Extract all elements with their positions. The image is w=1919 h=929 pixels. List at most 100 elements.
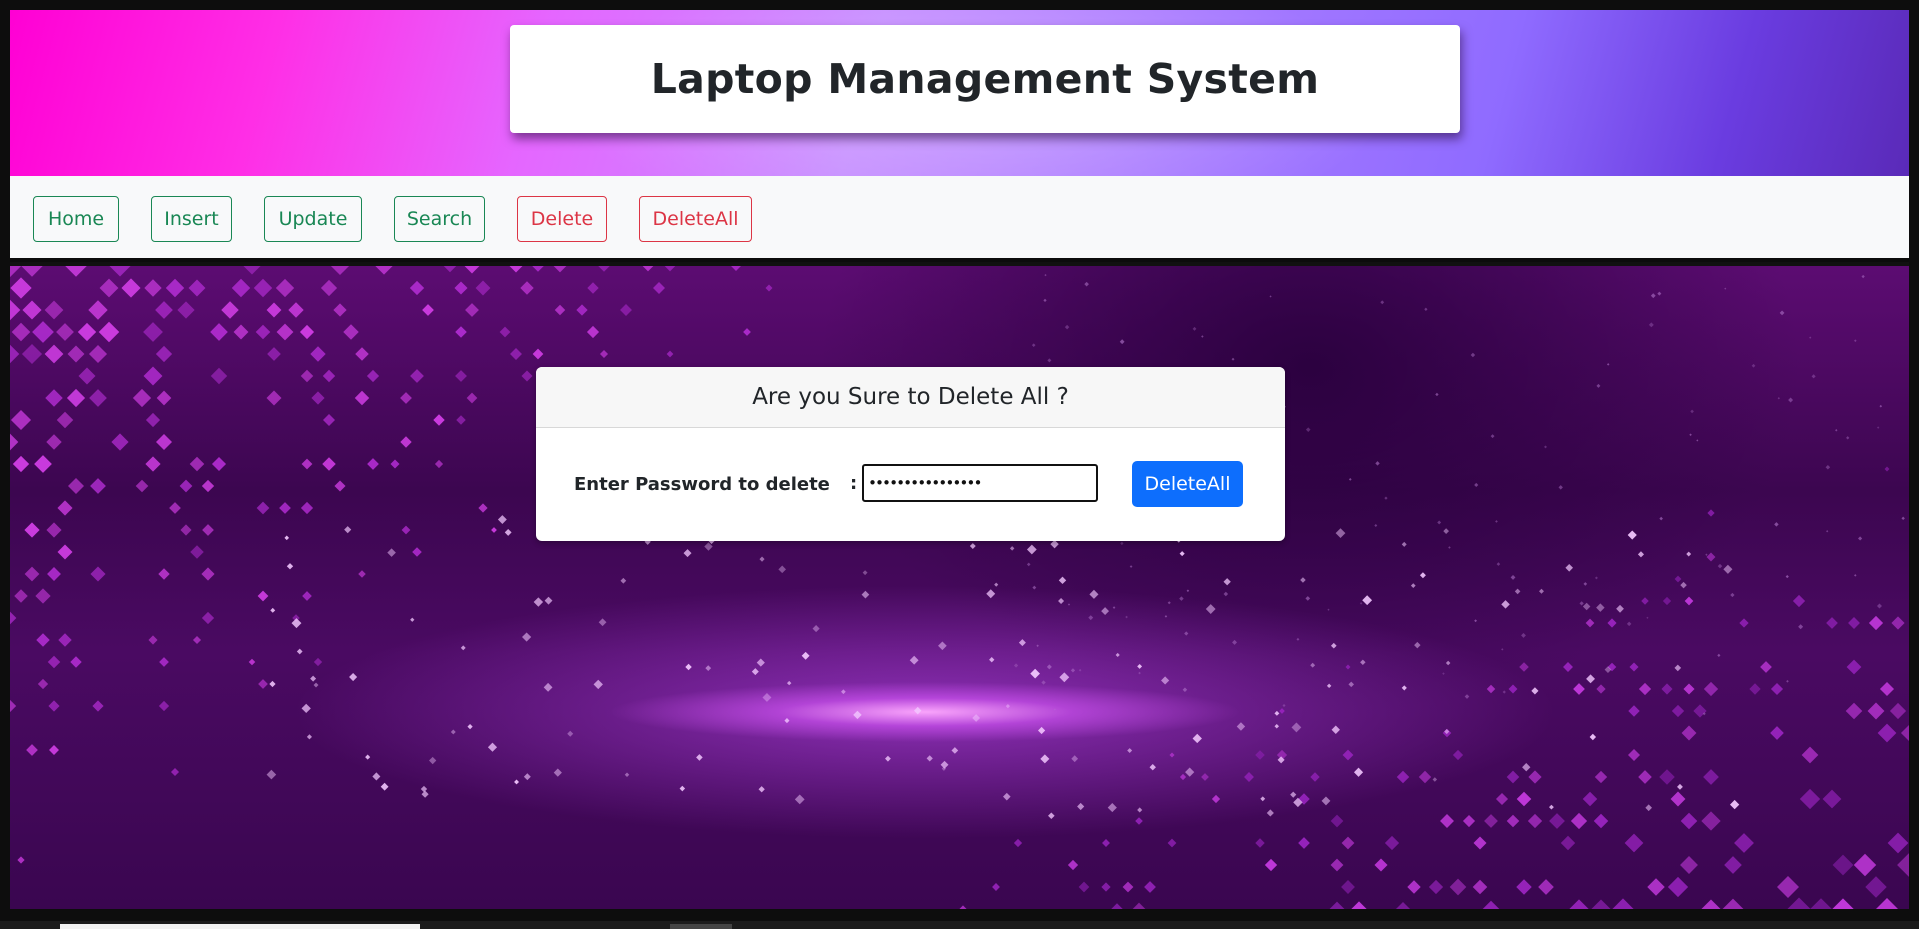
- bg-diamond: [959, 905, 967, 909]
- bg-diamond: [1472, 879, 1488, 895]
- bg-diamond: [1792, 594, 1806, 608]
- delete-all-confirm-card: Are you Sure to Delete All ? Enter Passw…: [536, 367, 1285, 541]
- bg-diamond: [1677, 783, 1683, 790]
- bg-diamond: [1628, 705, 1640, 717]
- bg-diamond: [156, 390, 172, 406]
- bg-diamond: [311, 391, 325, 405]
- bg-diamond: [1674, 575, 1682, 583]
- bg-diamond: [159, 657, 169, 667]
- bg-diamond: [1345, 664, 1351, 670]
- bg-diamond: [46, 522, 62, 538]
- bg-diamond: [179, 479, 193, 493]
- bg-diamond: [1201, 335, 1204, 338]
- bg-diamond: [1730, 592, 1735, 598]
- bg-diamond: [1071, 755, 1079, 763]
- bg-diamond: [1786, 679, 1789, 683]
- bg-diamond: [1527, 813, 1543, 829]
- nav-update-button[interactable]: Update: [264, 196, 362, 242]
- bg-diamond: [1701, 899, 1721, 909]
- bg-diamond: [1135, 817, 1143, 825]
- deleteall-submit-button[interactable]: DeleteAll: [1132, 461, 1243, 507]
- nav-home-button[interactable]: Home: [33, 196, 119, 242]
- bg-diamond: [1342, 749, 1354, 761]
- bg-diamond: [989, 657, 995, 663]
- bg-diamond: [1647, 878, 1665, 896]
- bg-diamond: [155, 301, 173, 319]
- bg-diamond: [1048, 812, 1055, 820]
- bg-diamond: [1149, 763, 1156, 771]
- bg-diamond: [487, 742, 498, 752]
- bg-diamond: [1211, 794, 1221, 804]
- taskbar-tab[interactable]: [670, 924, 732, 929]
- bg-diamond: [322, 457, 336, 471]
- bg-diamond: [1448, 546, 1451, 549]
- bg-diamond: [969, 543, 976, 549]
- bg-diamond: [354, 390, 370, 406]
- bg-diamond: [1374, 524, 1378, 527]
- bg-diamond: [1501, 648, 1504, 651]
- bg-diamond: [92, 700, 104, 712]
- bg-diamond: [99, 278, 119, 298]
- bg-diamond: [1192, 733, 1202, 744]
- bg-diamond: [455, 326, 467, 338]
- bg-diamond: [70, 656, 82, 668]
- bg-diamond: [443, 266, 457, 273]
- bg-diamond: [1549, 813, 1565, 829]
- bg-diamond: [1341, 836, 1355, 850]
- confirm-heading: Are you Sure to Delete All ?: [752, 384, 1069, 410]
- bg-diamond: [598, 618, 607, 627]
- bg-diamond: [1185, 767, 1195, 777]
- bg-diamond: [567, 730, 574, 737]
- bg-diamond: [32, 321, 54, 343]
- bg-diamond: [778, 565, 787, 574]
- nav-insert-button[interactable]: Insert: [151, 196, 232, 242]
- bg-diamond: [1192, 326, 1197, 331]
- bg-diamond: [1889, 702, 1907, 720]
- bg-diamond: [1296, 637, 1300, 641]
- bg-diamond: [10, 611, 17, 625]
- nav-search-button[interactable]: Search: [394, 196, 485, 242]
- bg-diamond: [1330, 642, 1337, 649]
- bg-diamond: [301, 458, 313, 470]
- bg-diamond: [1179, 596, 1184, 601]
- bg-diamond: [1667, 876, 1689, 898]
- bg-diamond: [1891, 616, 1905, 630]
- bg-diamond: [10, 344, 20, 364]
- bg-diamond: [598, 266, 610, 272]
- bg-diamond: [90, 566, 106, 582]
- bg-diamond: [243, 266, 261, 275]
- bg-diamond: [1330, 814, 1344, 828]
- bg-diamond: [135, 479, 149, 493]
- nav-delete-button[interactable]: Delete: [517, 196, 607, 242]
- nav-deleteall-button[interactable]: DeleteAll: [639, 196, 752, 242]
- bg-diamond: [1435, 392, 1439, 397]
- bg-diamond: [685, 663, 692, 671]
- bg-diamond: [1047, 358, 1052, 363]
- bg-diamond: [1231, 357, 1235, 361]
- bg-diamond: [421, 790, 429, 798]
- bg-diamond: [460, 645, 466, 651]
- taskbar-active-tab[interactable]: [60, 924, 420, 929]
- bg-diamond: [1774, 522, 1779, 527]
- bg-diamond: [1179, 773, 1187, 781]
- bg-diamond: [1683, 683, 1695, 695]
- bg-diamond: [1645, 804, 1653, 812]
- bg-diamond: [1897, 853, 1909, 877]
- bg-diamond: [1549, 804, 1554, 810]
- bg-diamond: [1362, 595, 1373, 606]
- bg-diamond: [1657, 291, 1662, 296]
- bg-diamond: [1432, 777, 1438, 782]
- bg-diamond: [1799, 788, 1821, 810]
- bg-diamond: [144, 279, 162, 297]
- password-input[interactable]: [862, 464, 1098, 502]
- bg-diamond: [1255, 838, 1265, 848]
- bg-diamond: [475, 280, 491, 296]
- bg-diamond: [1266, 809, 1274, 817]
- title-card: Laptop Management System: [510, 25, 1460, 133]
- bg-diamond: [986, 589, 996, 599]
- bg-diamond: [1331, 725, 1340, 734]
- bg-diamond: [450, 729, 456, 735]
- bg-diamond: [587, 282, 599, 294]
- bg-diamond: [189, 456, 205, 472]
- bg-diamond: [344, 526, 352, 534]
